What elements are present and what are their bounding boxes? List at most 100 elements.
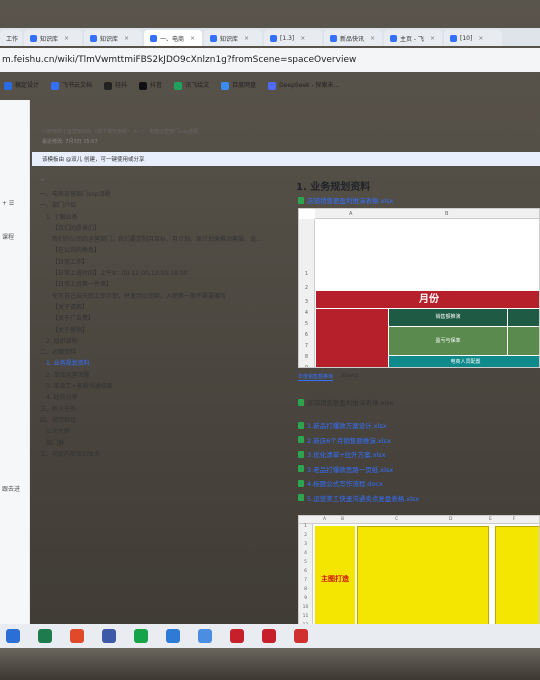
- file-link[interactable]: 5.运营美工快速沟通卖点复盘表格.xlsx: [298, 493, 419, 503]
- tab-6[interactable]: 新品快讯 ×: [324, 30, 382, 46]
- bookmark-2[interactable]: 轻抖: [104, 80, 127, 90]
- toc-item[interactable]: 三、新人任务: [40, 404, 262, 415]
- toc-item[interactable]: 先写自己当天的工作计划，并发到公司群，入职第一周不需要编写: [40, 291, 262, 302]
- bookmark-6[interactable]: DeepSeek - 探索未...: [268, 80, 339, 90]
- file-link-label[interactable]: 1.新品打爆款方案设计.xlsx: [307, 420, 387, 430]
- tab-4[interactable]: 知识库 ×: [204, 30, 262, 46]
- file-link-label[interactable]: 5.运营美工快速沟通卖点复盘表格.xlsx: [307, 493, 419, 503]
- app-icon-3[interactable]: [134, 629, 148, 643]
- tab-0[interactable]: 工作×: [0, 30, 22, 46]
- embedded-spreadsheet-2[interactable]: ABCDEF 123456789101112 主图打造: [298, 515, 540, 635]
- toc-item[interactable]: 五、电商内部培训体系: [40, 449, 262, 460]
- file-link[interactable]: 2.新店6个月销售额推演.xlsx: [298, 435, 391, 445]
- tab-5[interactable]: [1.3] ×: [264, 30, 322, 46]
- file-attachment[interactable]: 店铺销售额盈利推演表格.xlsx: [298, 397, 393, 407]
- yellow-block-2[interactable]: [357, 526, 489, 634]
- red-block[interactable]: [316, 309, 388, 367]
- file-link-top[interactable]: 店铺销售额盈利推演表格.xlsx: [298, 195, 393, 205]
- tab-3[interactable]: 一、电商 ×: [144, 30, 202, 46]
- sidebar-item-partial[interactable]: 跟去进: [2, 484, 20, 493]
- app-icon-2[interactable]: [102, 629, 116, 643]
- sheet2-col-label: B: [341, 517, 345, 522]
- toc-item[interactable]: 【关于报销】: [40, 325, 262, 336]
- toc-item[interactable]: 【在公司的角色】: [40, 245, 262, 256]
- tab-1[interactable]: 知识库 ×: [24, 30, 82, 46]
- sheet-tab-2[interactable]: Sheet2: [341, 373, 359, 381]
- bookmark-1[interactable]: 飞书云文档: [51, 80, 92, 90]
- toc-item[interactable]: 【日常上班时间】上午9：00-12:00,13:00-18:00: [40, 268, 262, 279]
- close-icon[interactable]: ×: [124, 35, 129, 42]
- tab-2[interactable]: 知识库 ×: [84, 30, 142, 46]
- toc-item[interactable]: 4. 经验分享: [40, 392, 262, 403]
- wechat-icon[interactable]: [38, 629, 52, 643]
- bookmark-0[interactable]: 稿定设计: [4, 80, 39, 90]
- toc-item[interactable]: 二、必做资料: [40, 347, 262, 358]
- file-link[interactable]: 3.老品打爆款思路一页纸.xlsx: [298, 464, 393, 474]
- toc-item[interactable]: 部门群: [40, 438, 262, 449]
- collapse-toc-icon[interactable]: «: [40, 175, 45, 184]
- toc-item[interactable]: 【关于广告费】: [40, 313, 262, 324]
- toc-item[interactable]: 一、电商运营部门sop流程: [40, 189, 262, 200]
- file-link-label[interactable]: 3.优化清单+拉升方案.xlsx: [307, 449, 386, 459]
- close-icon[interactable]: ×: [244, 35, 249, 42]
- file-link[interactable]: 4.标题公式写作流程.docx: [298, 478, 383, 488]
- breakeven-label: 盈亏与保率: [435, 338, 461, 344]
- app-icon-8[interactable]: [294, 629, 308, 643]
- file-link[interactable]: 1.新品打爆款方案设计.xlsx: [298, 420, 387, 430]
- sheet2-row-number: 1: [304, 524, 307, 529]
- app-icon-4[interactable]: [166, 629, 180, 643]
- toc-item[interactable]: 1. 了解业务: [40, 212, 262, 223]
- bookmark-4[interactable]: 讯飞绘文: [174, 80, 209, 90]
- toc-item[interactable]: 3. 单美工+客服沟通结果: [40, 381, 262, 392]
- sidebar-item-course[interactable]: 课程: [2, 232, 14, 241]
- url-text[interactable]: m.feishu.cn/wiki/TlmVwmttmiFBS2kJDO9cXnl…: [2, 55, 356, 65]
- file-link-label[interactable]: 3.老品打爆款思路一页纸.xlsx: [307, 464, 393, 474]
- sheet-title-cell[interactable]: 月份: [316, 291, 539, 308]
- sheet-tab-1[interactable]: 年度销售额推演: [298, 373, 334, 381]
- toc-item[interactable]: 2. 组织架构: [40, 336, 262, 347]
- close-icon[interactable]: ×: [370, 35, 375, 42]
- bookmark-3[interactable]: 抖音: [139, 80, 162, 90]
- app-icon-5[interactable]: [198, 629, 212, 643]
- sheet2-col-label: D: [449, 517, 453, 522]
- app-icon-6[interactable]: [230, 629, 244, 643]
- toc-item[interactable]: 我们的公司的运营部门，我们要定制月目标、月计划、周计划来推动客服、设...: [40, 234, 262, 245]
- embedded-spreadsheet[interactable]: A B 1234567891011 月份 销售额推演 盈亏与保率 电商人员配置: [298, 208, 540, 368]
- start-icon[interactable]: [6, 629, 20, 643]
- file-link-label[interactable]: 2.新店6个月销售额推演.xlsx: [307, 435, 391, 445]
- toc-item[interactable]: 【关于请假】: [40, 302, 262, 313]
- app-icon-7[interactable]: [262, 629, 276, 643]
- green-cell-right[interactable]: [508, 327, 539, 355]
- toc-item[interactable]: 【我们的愿景们】: [40, 223, 262, 234]
- yellow-block-3[interactable]: [495, 526, 539, 634]
- close-icon[interactable]: ×: [478, 35, 483, 42]
- file-link-label[interactable]: 店铺销售额盈利推演表格.xlsx: [307, 195, 393, 205]
- toc-item[interactable]: 【日常上班第一件事】: [40, 279, 262, 290]
- toc-item[interactable]: 四、常用群组: [40, 415, 262, 426]
- toc-item[interactable]: 【日常工作】: [40, 257, 262, 268]
- file-link[interactable]: 3.优化清单+拉升方案.xlsx: [298, 449, 386, 459]
- breakeven-cell[interactable]: 盈亏与保率: [389, 327, 507, 355]
- toc-item[interactable]: 公司大群: [40, 426, 262, 437]
- breadcrumb[interactable]: 六欧电商 | 运营知识库（线下课专用版） > 一、电商运营部门sop流程: [42, 128, 198, 135]
- address-bar[interactable]: m.feishu.cn/wiki/TlmVwmttmiFBS2kJDO9cXnl…: [0, 48, 540, 72]
- toc-item[interactable]: 2. 单品运营流程: [40, 370, 262, 381]
- close-icon[interactable]: ×: [430, 35, 435, 42]
- row-number: 7: [304, 343, 309, 349]
- toc-item[interactable]: 一、部门介绍: [40, 200, 262, 211]
- tab-8[interactable]: [10] ×: [444, 30, 502, 46]
- sales-header-cell[interactable]: 销售额推演: [389, 309, 507, 326]
- bookmark-5[interactable]: 百度网盘: [221, 80, 256, 90]
- add-menu-icon[interactable]: + ☰: [2, 200, 14, 207]
- file-link-label[interactable]: 4.标题公式写作流程.docx: [307, 478, 383, 488]
- close-icon[interactable]: ×: [190, 35, 195, 42]
- close-icon[interactable]: ×: [300, 35, 305, 42]
- dark-cell-right[interactable]: [508, 309, 539, 326]
- app-icon-1[interactable]: [70, 629, 84, 643]
- yellow-block-1[interactable]: 主图打造: [315, 526, 355, 634]
- tab-7[interactable]: 主页 - 飞 ×: [384, 30, 442, 46]
- file-attachment-label[interactable]: 店铺销售额盈利推演表格.xlsx: [307, 397, 393, 407]
- toc-item[interactable]: 1. 业务规划资料: [40, 358, 262, 369]
- close-icon[interactable]: ×: [64, 35, 69, 42]
- staff-cell[interactable]: 电商人员配置: [389, 356, 539, 367]
